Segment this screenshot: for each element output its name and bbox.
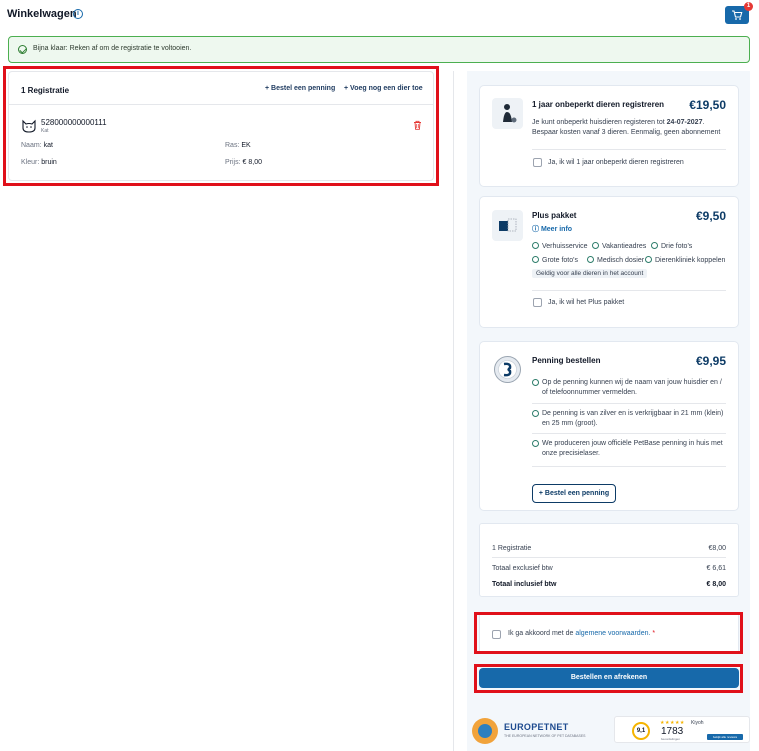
offer-price: €9,95 <box>695 354 726 368</box>
summary-row-registration: 1 Registratie €8,00 <box>492 545 726 552</box>
summary-value: € 8,00 <box>706 581 726 588</box>
feature-label: Grote foto's <box>542 257 578 264</box>
validity-badge: Geldig voor alle dieren in het account <box>532 269 648 278</box>
kiyoh-widget[interactable]: 9,1 ★★★★★ Kiyoh 1783 beoordelingen bekij… <box>614 716 750 743</box>
summary-label: Totaal exclusief btw <box>492 565 553 572</box>
package-icon <box>492 210 523 241</box>
more-info-link[interactable]: ⓘ Meer info <box>532 224 572 234</box>
order-summary: 1 Registratie €8,00 Totaal exclusief btw… <box>479 523 739 597</box>
feature-label: Verhuisservice <box>542 243 588 250</box>
divider <box>532 403 726 404</box>
europetnet-name: EUROPETNET <box>504 722 569 732</box>
tag-bullet: Op de penning kunnen wij de naam van jou… <box>532 378 726 398</box>
divider <box>532 149 726 150</box>
europetnet-subtitle: THE EUROPEAN NETWORK OF PET DATABASES <box>504 734 586 738</box>
summary-label: 1 Registratie <box>492 545 532 552</box>
feature-item: Grote foto's <box>532 256 578 264</box>
kiyoh-review-count: 1783 <box>661 726 684 737</box>
page-title: Winkelwagen <box>7 8 77 20</box>
offer-price: €19,50 <box>689 98 726 112</box>
info-icon[interactable]: i <box>73 9 83 19</box>
offer-title: 1 jaar onbeperkt dieren registreren <box>532 100 665 109</box>
summary-value: € 6,61 <box>706 565 726 572</box>
summary-row-excl: Totaal exclusief btw € 6,61 <box>492 565 726 572</box>
package-illustration <box>499 218 517 232</box>
feature-item: Medisch dosier <box>587 256 644 264</box>
feature-label: Drie foto's <box>661 243 693 250</box>
offer-card-plus: Plus pakket €9,50 ⓘ Meer info Verhuisser… <box>479 196 739 328</box>
check-circle-icon <box>532 440 539 447</box>
offer-title: Penning bestellen <box>532 356 601 365</box>
feature-item: Dierenkliniek koppelen <box>645 256 725 264</box>
plus-checkbox-label: Ja, ik wil het Plus pakket <box>548 299 625 306</box>
tag-bullet-text: Op de penning kunnen wij de naam van jou… <box>542 379 722 396</box>
pet-owner-icon <box>492 98 523 129</box>
check-circle-icon <box>651 242 658 249</box>
feature-item: Drie foto's <box>651 242 692 250</box>
offer-title: Plus pakket <box>532 211 577 220</box>
highlight-box-registration <box>3 66 439 186</box>
status-alert: Bijna klaar: Reken af om de registratie … <box>8 36 750 63</box>
feature-item: Vakantieadres <box>592 242 646 250</box>
feature-label: Dierenkliniek koppelen <box>655 257 726 264</box>
offer-desc-date: 24-07-2027 <box>666 119 703 126</box>
offer-description: Je kunt onbeperkt huisdieren registeren … <box>532 118 722 138</box>
tag-bullet: De penning is van zilver en is verkrijgb… <box>532 409 726 429</box>
offer-desc-part1: Je kunt onbeperkt huisdieren registeren … <box>532 119 665 126</box>
feature-item: Verhuisservice <box>532 242 588 250</box>
feature-label: Vakantieadres <box>602 243 647 250</box>
kiyoh-subtitle: beoordelingen <box>661 737 681 741</box>
divider <box>532 290 726 291</box>
tag-bullet-text: De penning is van zilver en is verkrijgb… <box>542 410 724 427</box>
tag-bullet-text: We produceren jouw officiële PetBase pen… <box>542 440 723 457</box>
globe-icon <box>472 718 498 744</box>
kiyoh-score: 9,1 <box>632 722 650 740</box>
kiyoh-reviews-button[interactable]: bekijk alle reviews <box>707 734 743 740</box>
summary-label: Totaal inclusief btw <box>492 581 557 588</box>
highlight-box-checkout <box>474 664 743 693</box>
check-circle-icon <box>532 242 539 249</box>
feature-label: Medisch dosier <box>597 257 645 264</box>
kiyoh-brand: Kiyoh <box>691 720 704 726</box>
cart-icon <box>732 10 743 20</box>
tag-icon <box>492 354 523 385</box>
unlimited-checkbox[interactable] <box>533 158 542 167</box>
alert-text: Bijna klaar: Reken af om de registratie … <box>33 45 192 52</box>
europetnet-logo[interactable]: EUROPETNET THE EUROPEAN NETWORK OF PET D… <box>470 716 600 746</box>
tag-illustration <box>494 356 521 383</box>
check-circle-icon <box>587 256 594 263</box>
order-tag-button-label: Bestel een penning <box>544 490 610 497</box>
check-circle-icon <box>645 256 652 263</box>
check-circle-icon <box>532 410 539 417</box>
check-circle-icon <box>592 242 599 249</box>
summary-row-incl: Totaal inclusief btw € 8,00 <box>492 581 726 588</box>
check-circle-icon <box>532 379 539 386</box>
divider <box>532 466 726 467</box>
page-header: Winkelwagen i 1 <box>0 0 759 30</box>
cart-count-badge: 1 <box>744 2 753 11</box>
check-circle-icon <box>18 45 27 54</box>
plus-checkbox[interactable] <box>533 298 542 307</box>
offer-card-unlimited: 1 jaar onbeperkt dieren registreren €19,… <box>479 85 739 187</box>
summary-value: €8,00 <box>708 545 726 552</box>
unlimited-checkbox-label: Ja, ik wil 1 jaar onbeperkt dieren regis… <box>548 159 684 166</box>
check-circle-icon <box>532 256 539 263</box>
tag-bullet: We produceren jouw officiële PetBase pen… <box>532 439 726 459</box>
more-info-label: Meer info <box>540 226 573 233</box>
highlight-box-terms <box>474 612 743 654</box>
offer-price: €9,50 <box>695 209 726 223</box>
divider <box>492 557 726 558</box>
divider <box>532 433 726 434</box>
order-tag-button[interactable]: + Bestel een penning <box>532 484 616 503</box>
pet-owner-illustration <box>503 104 517 123</box>
panel-divider <box>453 71 454 751</box>
